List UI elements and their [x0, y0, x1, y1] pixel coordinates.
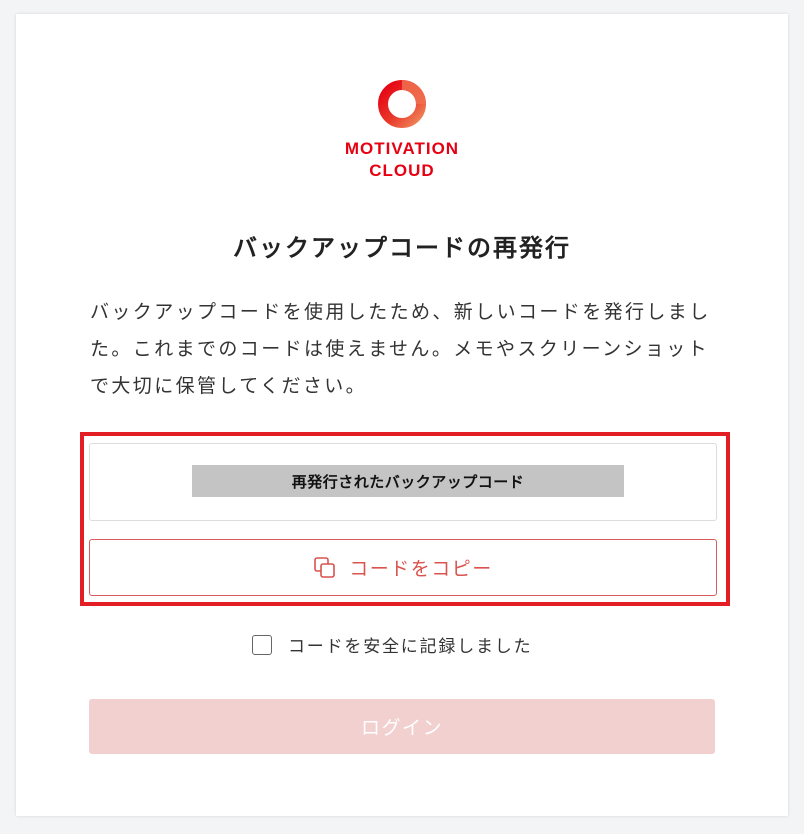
instruction-text: バックアップコードを使用したため、新しいコードを発行しました。これまでのコードは… — [90, 301, 711, 397]
copy-code-button[interactable]: コードをコピー — [89, 539, 717, 596]
confirm-checkbox-label[interactable]: コードを安全に記録しました — [288, 632, 532, 657]
brand-wordmark: MOTIVATION CLOUD — [345, 138, 459, 182]
backup-code-box: 再発行されたバックアップコード — [89, 443, 717, 521]
confirm-checkbox[interactable] — [252, 634, 272, 655]
brand-line-1: MOTIVATION — [344, 139, 460, 158]
motivation-cloud-ring-logo — [378, 80, 426, 128]
brand-logo: MOTIVATION CLOUD — [16, 78, 788, 182]
login-button[interactable]: ログイン — [89, 699, 715, 754]
login-card: MOTIVATION CLOUD バックアップコードの再発行 バックアップコード… — [16, 14, 788, 816]
confirm-recorded-row[interactable]: コードを安全に記録しました — [252, 632, 532, 657]
backup-code-value: 再発行されたバックアップコード — [192, 465, 624, 497]
page-title: バックアップコードの再発行 — [233, 234, 571, 262]
brand-line-2: CLOUD — [369, 161, 435, 180]
copy-icon — [314, 556, 336, 578]
login-button-label: ログイン — [360, 717, 443, 739]
copy-button-label: コードをコピー — [349, 558, 493, 580]
